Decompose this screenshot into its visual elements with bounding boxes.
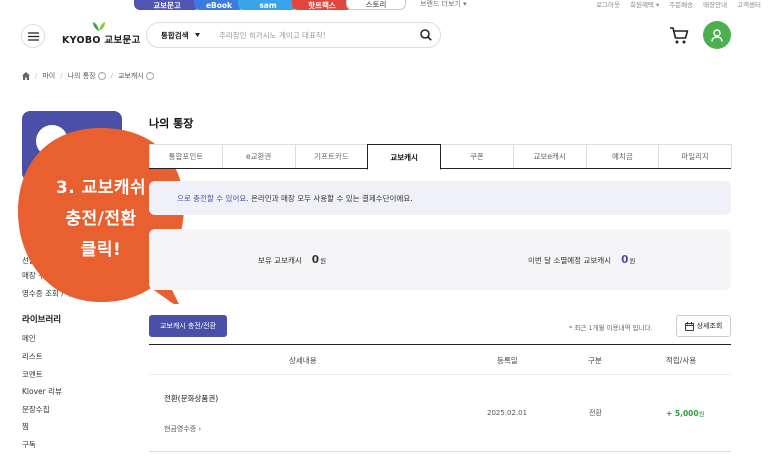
column-date: 등록일 xyxy=(497,356,518,365)
tab-deposit[interactable]: 예치금 xyxy=(585,144,660,168)
service-tab-kyobo[interactable]: 교보문고 xyxy=(134,0,200,10)
expiring-cash-unit: 원 xyxy=(629,257,636,265)
cart-icon xyxy=(670,27,689,44)
owned-cash-label: 보유 교보캐시 xyxy=(258,256,302,265)
owned-cash: 보유 교보캐시 0 원 xyxy=(258,254,326,266)
column-detail: 상세내용 xyxy=(289,356,317,365)
hamburger-icon xyxy=(27,31,39,41)
service-tabs: 교보문고 eBook sam 핫트랙스 스토리 xyxy=(134,0,406,10)
owned-cash-value: 0 xyxy=(311,254,320,266)
tab-mileage[interactable]: 마일리지 xyxy=(658,144,732,168)
row-date: 2025.02.01 xyxy=(487,409,528,417)
service-tab-sam[interactable]: sam xyxy=(238,0,298,10)
sidebar-item-wishlist[interactable]: 찜 xyxy=(22,421,29,432)
breadcrumb: / 마이 / 나의 통장 ˅ / 교보캐시 ˅ xyxy=(22,71,154,81)
search-icon xyxy=(420,29,432,41)
sidebar-item-subscribe[interactable]: 구독 xyxy=(22,439,36,450)
calendar-icon xyxy=(684,321,694,331)
order-delivery-link[interactable]: 주문배송 xyxy=(669,0,693,9)
user-icon xyxy=(711,28,723,42)
cart-button[interactable] xyxy=(669,26,689,47)
caret-down-icon xyxy=(194,33,200,37)
tab-integrated-points[interactable]: 통합포인트 xyxy=(149,144,223,168)
brand-more-link[interactable]: 브랜드 더보기 ▾ xyxy=(420,0,467,9)
expiring-cash: 이번 달 소멸예정 교보캐시 0 원 xyxy=(528,254,635,266)
search-input[interactable] xyxy=(219,30,412,40)
leaf-icon xyxy=(93,22,105,31)
expiring-cash-value: 0 xyxy=(621,254,629,266)
table-row: 전환(문화상품권) 현금영수증 › 2025.02.01 전환 + 5,000원 xyxy=(149,376,731,452)
column-amount: 적립/사용 xyxy=(666,356,697,365)
utility-links: 로그아웃 회원혜택 ▾ 주문배송 매장안내 고객센터 xyxy=(596,0,761,9)
sidebar-heading-library: 라이브러리 xyxy=(22,315,62,325)
tab-gift-card[interactable]: 기프트카드 xyxy=(294,144,369,168)
sidebar-item-comment[interactable]: 코멘트 xyxy=(22,369,43,380)
row-amount: + 5,000원 xyxy=(666,409,705,418)
tab-kyobo-cash[interactable]: 교보캐시 xyxy=(367,144,441,170)
tab-kyobo-ecash[interactable]: 교보e캐시 xyxy=(512,144,587,168)
cash-receipt-link[interactable]: 현금영수증 › xyxy=(164,424,201,434)
tab-coupon[interactable]: 쿠폰 xyxy=(440,144,514,168)
customer-center-link[interactable]: 고객센터 xyxy=(737,0,761,9)
tab-e-voucher[interactable]: e교환권 xyxy=(221,144,296,168)
info-banner: 으로 충전할 수 있어요. 온라인과 매장 모두 사용할 수 있는 결제수단이에… xyxy=(149,181,731,215)
chevron-down-icon[interactable]: ˅ xyxy=(145,72,154,80)
breadcrumb-my[interactable]: 마이 xyxy=(42,71,55,81)
bankbook-tabs: 통합포인트 e교환권 기프트카드 교보캐시 쿠폰 교보e캐시 예치금 마일리지 xyxy=(149,144,732,170)
home-icon[interactable] xyxy=(22,72,30,80)
service-tab-ebook[interactable]: eBook xyxy=(194,0,244,10)
breadcrumb-bankbook[interactable]: 나의 통장 ˅ xyxy=(68,71,106,81)
info-highlight: 으로 충전할 수 있어요. xyxy=(177,193,249,203)
service-tab-story[interactable]: 스토리 xyxy=(346,0,406,10)
my-page-button[interactable] xyxy=(703,21,731,49)
sidebar-item-list[interactable]: 리스트 xyxy=(22,351,43,362)
sidebar-item-main[interactable]: 메인 xyxy=(22,333,36,344)
search-category-select[interactable]: 통합검색 xyxy=(147,30,219,41)
search-bar: 통합검색 xyxy=(146,22,441,48)
logo-text: KYOBO 교보문고 xyxy=(62,35,141,46)
detail-search-label: 상세조회 xyxy=(696,322,723,330)
chevron-down-icon[interactable]: ˅ xyxy=(97,72,106,80)
kyobo-logo[interactable]: KYOBO 교보문고 xyxy=(62,22,140,46)
owned-cash-unit: 원 xyxy=(320,257,327,265)
logout-link[interactable]: 로그아웃 xyxy=(596,0,620,9)
recent-period-note: * 최근 1개월 이용내역 입니다. xyxy=(569,324,653,332)
menu-button[interactable] xyxy=(21,24,45,48)
service-tab-hottracks[interactable]: 핫트랙스 xyxy=(292,0,352,10)
member-benefits-link[interactable]: 회원혜택 ▾ xyxy=(630,0,659,9)
column-type: 구분 xyxy=(588,356,602,365)
detail-search-button[interactable]: 상세조회 xyxy=(676,315,731,337)
search-category-label: 통합검색 xyxy=(161,30,189,40)
history-table-header: 상세내용 등록일 구분 적립/사용 xyxy=(149,344,731,375)
breadcrumb-kyobo-cash[interactable]: 교보캐시 ˅ xyxy=(118,71,154,81)
balance-summary: 보유 교보캐시 0 원 이번 달 소멸예정 교보캐시 0 원 xyxy=(149,229,731,290)
sidebar-item-sentence-collection[interactable]: 문장수집 xyxy=(22,404,50,415)
sidebar-item-klover-review[interactable]: Klover 리뷰 xyxy=(22,386,62,397)
row-title: 전환(문화상품권) xyxy=(164,394,219,403)
store-info-link[interactable]: 매장안내 xyxy=(703,0,727,9)
charge-convert-button[interactable]: 교보캐시 충전/전환 xyxy=(149,315,227,337)
info-text: 온라인과 매장 모두 사용할 수 있는 결제수단이에요. xyxy=(248,193,413,203)
search-button[interactable] xyxy=(412,29,440,41)
row-type: 전환 xyxy=(589,409,602,417)
expiring-cash-label: 이번 달 소멸예정 교보캐시 xyxy=(528,256,612,265)
page-title: 나의 통장 xyxy=(149,117,194,130)
